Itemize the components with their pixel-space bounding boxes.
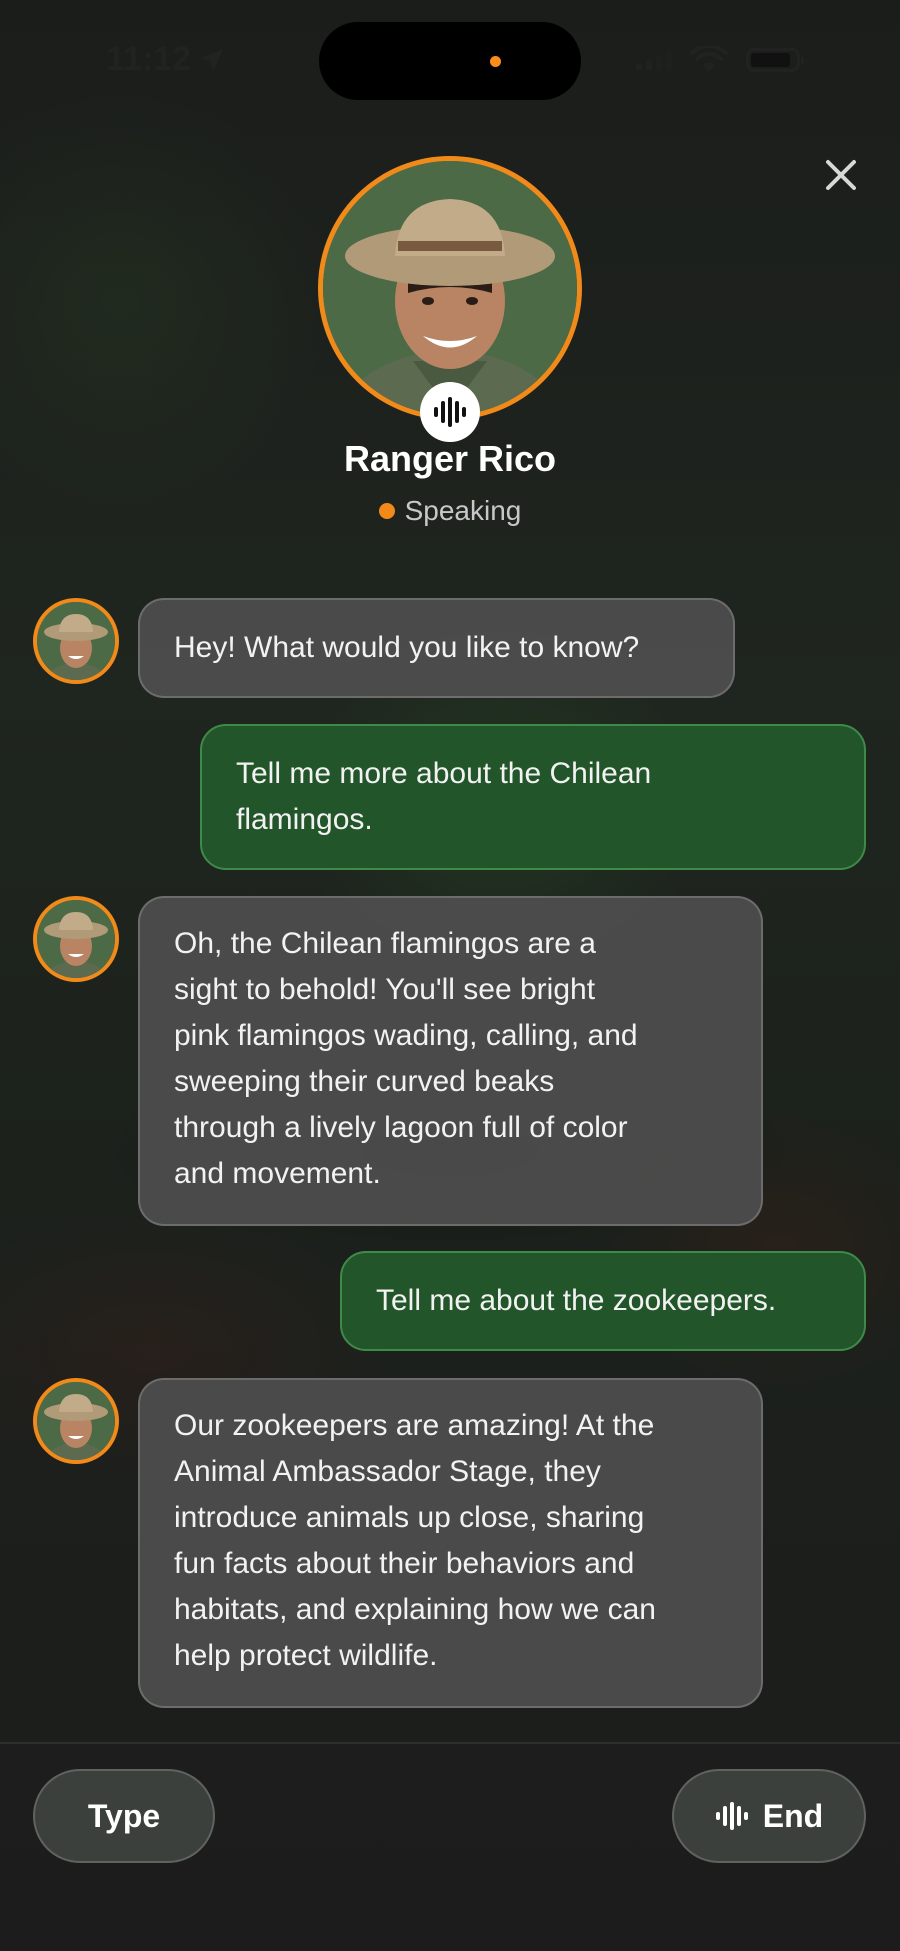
ranger-avatar	[318, 156, 582, 420]
message-text: Tell me about the zookeepers.	[376, 1284, 777, 1317]
footer-divider	[0, 1742, 900, 1744]
message-line: pink flamingos wading, calling, and	[174, 1019, 638, 1052]
bot-message-bubble: Oh, the Chilean flamingos are a sight to…	[138, 896, 763, 1226]
message-line: Tell me more about the Chilean	[236, 757, 652, 790]
privacy-indicator-dot	[490, 56, 501, 67]
user-message-bubble: Tell me about the zookeepers.	[340, 1251, 866, 1351]
wifi-icon	[690, 46, 728, 72]
message-line: Oh, the Chilean flamingos are a	[174, 927, 596, 960]
status-time-text: 11:12	[106, 40, 192, 78]
status-icons	[636, 46, 804, 74]
message-line: sight to behold! You'll see bright	[174, 973, 596, 1006]
cellular-signal-icon	[636, 49, 672, 71]
status-dot	[378, 503, 395, 519]
voice-waveform-icon	[715, 1802, 748, 1830]
message-line: and movement.	[174, 1157, 381, 1190]
user-message-bubble: Tell me more about the Chilean flamingos…	[200, 724, 866, 870]
location-arrow-icon	[200, 48, 224, 71]
voice-indicator-badge	[420, 382, 480, 442]
type-button[interactable]: Type	[33, 1769, 215, 1863]
message-line: Animal Ambassador Stage, they	[174, 1455, 601, 1488]
message-line: introduce animals up close, sharing	[174, 1501, 645, 1534]
message-line: help protect wildlife.	[174, 1639, 438, 1672]
speaking-status: Speaking	[0, 495, 900, 527]
message-text: Hey! What would you like to know?	[174, 631, 640, 664]
dynamic-island	[319, 22, 581, 100]
bot-avatar	[33, 896, 119, 982]
message-line: Our zookeepers are amazing! At the	[174, 1409, 655, 1442]
status-time: 11:12	[106, 40, 227, 79]
message-line: flamingos.	[236, 803, 373, 836]
assistant-name: Ranger Rico	[343, 438, 557, 479]
type-button-label: Type	[87, 1797, 161, 1834]
end-button-label: End	[762, 1797, 824, 1834]
close-icon[interactable]	[818, 152, 864, 198]
message-line: sweeping their curved beaks	[174, 1065, 555, 1098]
end-call-button[interactable]: End	[672, 1769, 866, 1863]
status-label: Speaking	[404, 495, 522, 526]
voice-waveform-icon	[434, 397, 466, 427]
bot-message-bubble: Our zookeepers are amazing! At the Anima…	[138, 1378, 763, 1708]
bot-message-bubble: Hey! What would you like to know?	[138, 598, 735, 698]
bot-avatar	[33, 598, 119, 684]
message-line: through a lively lagoon full of color	[174, 1111, 628, 1144]
bot-avatar	[33, 1378, 119, 1464]
message-line: habitats, and explaining how we can	[174, 1593, 656, 1626]
battery-icon	[746, 48, 804, 72]
message-line: fun facts about their behaviors and	[174, 1547, 635, 1580]
